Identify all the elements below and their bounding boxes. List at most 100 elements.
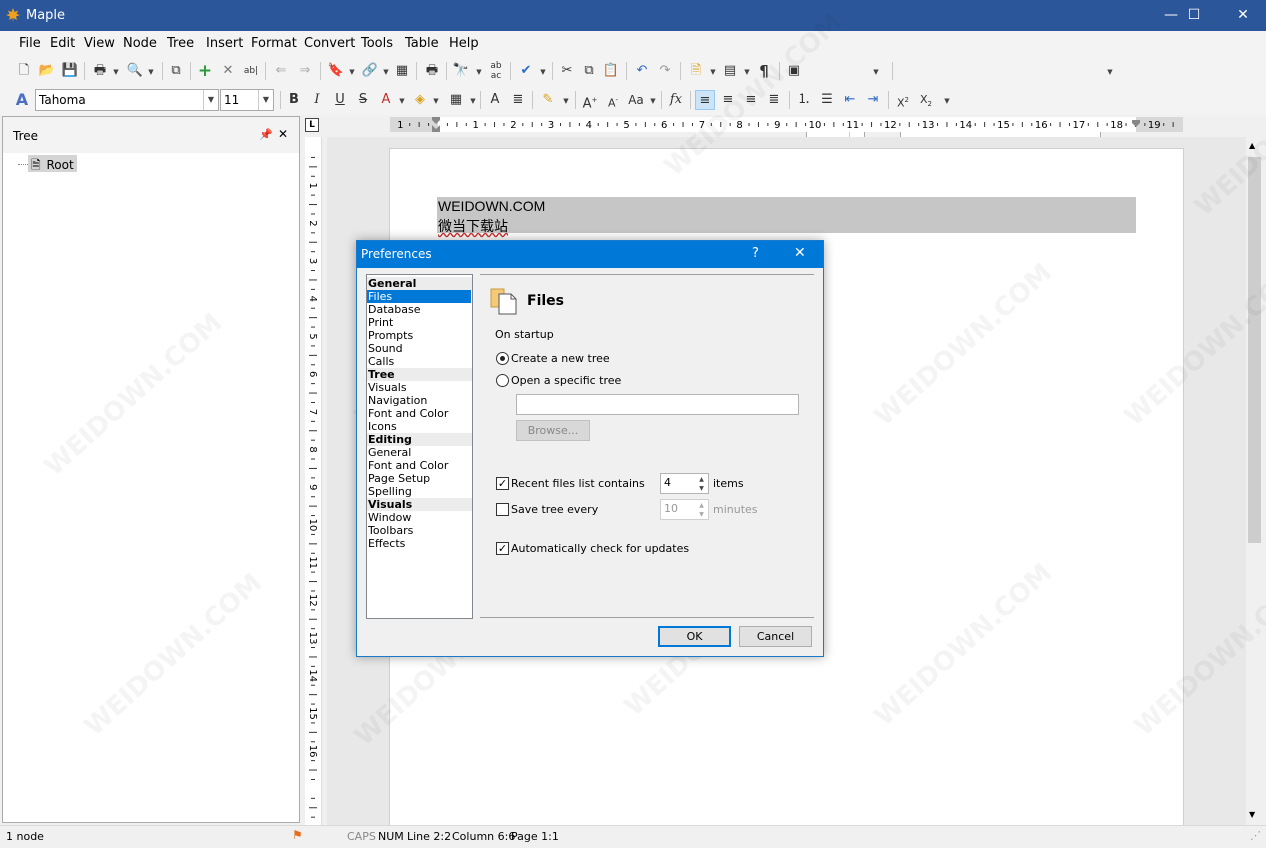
category-header[interactable]: Tree	[367, 368, 472, 381]
font-size-combo[interactable]: 11 ▼	[220, 89, 274, 111]
left-indent-marker[interactable]	[432, 117, 440, 132]
category-item[interactable]: Prompts	[367, 329, 472, 342]
menu-tree[interactable]: Tree	[167, 36, 194, 51]
cut-icon[interactable]: ✂	[557, 61, 577, 81]
close-dialog-button[interactable]: ✕	[794, 245, 806, 261]
tree-node-root[interactable]: 🗎 Root	[28, 155, 77, 172]
menu-view[interactable]: View	[84, 36, 115, 51]
open-icon[interactable]: 📂	[37, 61, 57, 81]
open-specific-tree-radio[interactable]	[496, 374, 509, 387]
forward-icon[interactable]: ⇒	[295, 61, 315, 81]
category-item[interactable]: Page Setup	[367, 472, 472, 485]
decrease-indent-icon[interactable]: ⇤	[840, 90, 860, 110]
create-new-tree-radio[interactable]	[496, 352, 509, 365]
superscript-icon[interactable]: X2	[893, 90, 913, 110]
scrollbar-thumb[interactable]	[1248, 157, 1261, 543]
recent-files-checkbox[interactable]: ✓	[496, 477, 509, 490]
menu-help[interactable]: Help	[449, 36, 479, 51]
menu-format[interactable]: Format	[251, 36, 297, 51]
scroll-up-icon[interactable]: ▲	[1249, 141, 1255, 150]
category-header[interactable]: General	[367, 277, 472, 290]
category-item[interactable]: Calls	[367, 355, 472, 368]
print-node-icon[interactable]: 🖶	[422, 61, 442, 81]
category-list[interactable]: General Files Database Print Prompts Sound Cal…	[366, 274, 473, 619]
formula-icon[interactable]: fx	[666, 90, 686, 110]
format-painter-dropdown-icon[interactable]: ▼	[556, 90, 576, 110]
help-button[interactable]: ?	[752, 246, 759, 261]
subscript-icon[interactable]: X2	[916, 90, 936, 110]
auto-update-checkbox[interactable]: ✓	[496, 542, 509, 555]
find-options-icon[interactable]: ▼	[1100, 61, 1120, 81]
spin-down-disabled-icon[interactable]: ▼	[695, 510, 708, 519]
rename-node-icon[interactable]: ab|	[241, 61, 261, 81]
grow-font-icon[interactable]: A+	[580, 90, 600, 111]
font-name-dropdown-icon[interactable]: ▼	[203, 90, 218, 110]
shrink-font-icon[interactable]: A-	[603, 90, 623, 110]
format-painter-icon[interactable]: ✎	[538, 90, 558, 110]
category-item[interactable]: Spelling	[367, 485, 472, 498]
align-center-icon[interactable]: ≡	[718, 90, 738, 110]
menu-node[interactable]: Node	[123, 36, 157, 51]
category-item[interactable]: Database	[367, 303, 472, 316]
export-icon[interactable]: ⧉	[166, 61, 186, 81]
category-item[interactable]: Effects	[367, 537, 472, 550]
category-item[interactable]: Icons	[367, 420, 472, 433]
paste-icon[interactable]: 📋	[601, 61, 621, 81]
menu-convert[interactable]: Convert	[304, 36, 355, 51]
category-item[interactable]: Sound	[367, 342, 472, 355]
bold-icon[interactable]: B	[284, 90, 304, 110]
highlight-dropdown-icon[interactable]: ▼	[426, 90, 446, 110]
specific-tree-path-input[interactable]	[516, 394, 799, 415]
save-every-checkbox[interactable]	[496, 503, 509, 516]
tab-stop-selector[interactable]: L	[305, 118, 319, 132]
font-style-icon[interactable]: A	[12, 90, 32, 110]
menu-insert[interactable]: Insert	[206, 36, 243, 51]
spellcheck-dropdown-icon[interactable]: ▼	[533, 61, 553, 81]
find-icon[interactable]: 🔭	[451, 61, 471, 81]
justify-icon[interactable]: ≣	[764, 90, 784, 110]
menu-file[interactable]: File	[19, 36, 41, 51]
save-every-spinner[interactable]: 10 ▲ ▼	[660, 499, 709, 520]
align-right-icon[interactable]: ≡	[741, 90, 761, 110]
scroll-down-icon[interactable]: ▼	[1249, 810, 1255, 819]
create-new-tree-label[interactable]: Create a new tree	[511, 352, 610, 365]
increase-indent-icon[interactable]: ⇥	[863, 90, 883, 110]
menu-tools[interactable]: Tools	[361, 36, 393, 51]
paragraph-style-icon[interactable]: ≣	[508, 90, 528, 110]
recent-files-label[interactable]: Recent files list contains	[511, 477, 645, 490]
print-dropdown-icon[interactable]: ▼	[106, 61, 126, 81]
category-item[interactable]: Toolbars	[367, 524, 472, 537]
right-indent-marker[interactable]	[1132, 117, 1140, 127]
preview-dropdown-icon[interactable]: ▼	[141, 61, 161, 81]
recent-files-spinner[interactable]: 4 ▲ ▼	[660, 473, 709, 494]
close-panel-icon[interactable]: ✕	[278, 127, 288, 141]
category-item[interactable]: Print	[367, 316, 472, 329]
delete-node-icon[interactable]: ✕	[218, 61, 238, 81]
vertical-scrollbar[interactable]: ▲ ▼	[1246, 137, 1264, 825]
undo-icon[interactable]: ↶	[632, 61, 652, 81]
category-header[interactable]: Visuals	[367, 498, 472, 511]
save-every-label[interactable]: Save tree every	[511, 503, 598, 516]
numbered-list-icon[interactable]: ⒈	[794, 90, 814, 110]
redo-icon[interactable]: ↷	[655, 61, 675, 81]
text-color-dropdown-icon[interactable]: ▼	[392, 90, 412, 110]
font-name-combo[interactable]: Tahoma ▼	[35, 89, 219, 111]
auto-update-label[interactable]: Automatically check for updates	[511, 542, 689, 555]
format-overflow-icon[interactable]: ▼	[937, 90, 957, 110]
cancel-button[interactable]: Cancel	[739, 626, 812, 647]
category-item[interactable]: General	[367, 446, 472, 459]
pin-icon[interactable]: 📌	[259, 128, 273, 141]
strikethrough-icon[interactable]: S	[353, 90, 373, 110]
category-item[interactable]: Files	[367, 290, 471, 303]
category-item[interactable]: Navigation	[367, 394, 472, 407]
close-window-button[interactable]: ✕	[1220, 0, 1266, 31]
spin-up-icon[interactable]: ▲	[695, 475, 708, 484]
category-item[interactable]: Font and Color	[367, 459, 472, 472]
change-case-dropdown-icon[interactable]: ▼	[643, 90, 663, 110]
open-specific-tree-label[interactable]: Open a specific tree	[511, 374, 621, 387]
category-item[interactable]: Font and Color	[367, 407, 472, 420]
category-header[interactable]: Editing	[367, 433, 472, 446]
bullet-list-icon[interactable]: ☰	[817, 90, 837, 110]
bookmark-dropdown-icon[interactable]: ▼	[342, 61, 362, 81]
category-item[interactable]: Visuals	[367, 381, 472, 394]
